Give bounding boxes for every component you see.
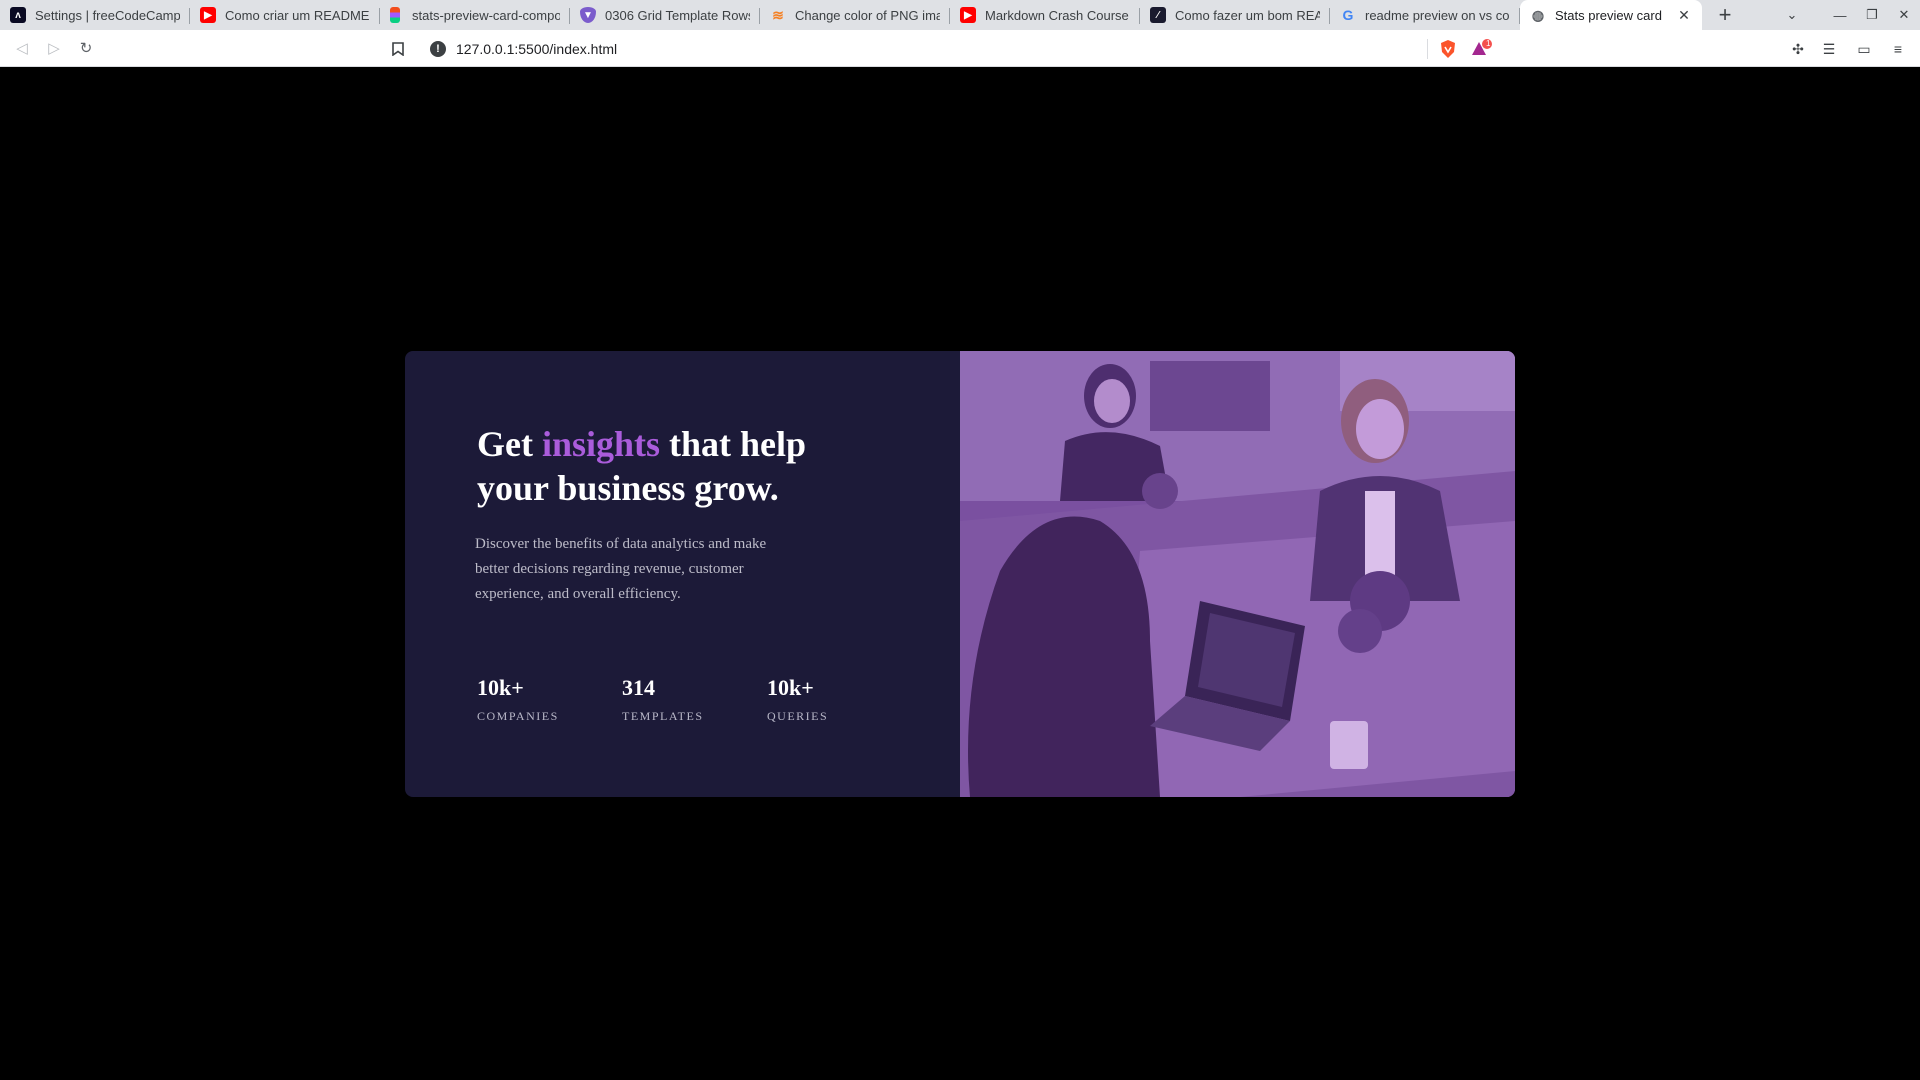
tab-title: Como fazer um bom REA <box>1175 7 1320 23</box>
tab-4[interactable]: ≋ Change color of PNG imag <box>760 0 950 30</box>
stat-value: 10k+ <box>767 675 814 700</box>
google-icon: G <box>1342 7 1354 23</box>
card-content: Get insights that help your business gro… <box>405 351 960 797</box>
stat-templates: 314 TEMPLATES <box>622 675 767 724</box>
stat-label: COMPANIES <box>477 709 559 723</box>
brave-rewards-icon[interactable]: 1 <box>1471 38 1493 60</box>
tab-title: Change color of PNG imag <box>795 7 940 23</box>
stackoverflow-icon: ≋ <box>772 6 784 23</box>
stat-label: TEMPLATES <box>622 709 704 723</box>
wallet-icon[interactable]: ▭ <box>1852 37 1876 61</box>
brave-shields-icon[interactable] <box>1437 38 1459 60</box>
headline: Get insights that help your business gro… <box>477 422 857 510</box>
window-controls: ⌄ — ❐ ✕ <box>1776 0 1920 30</box>
headline-accent: insights <box>541 424 661 464</box>
new-tab-button[interactable]: + <box>1710 0 1740 30</box>
back-icon[interactable]: ◁ <box>6 32 38 64</box>
stats-preview-card: Get insights that help your business gro… <box>405 351 1515 797</box>
browser-toolbar: ◁ ▷ ↻ ! 127.0.0.1:5500/index.html 1 ✣ ☰ … <box>0 30 1920 67</box>
freecodecamp-icon: ʌ <box>10 7 26 23</box>
tab-search-icon[interactable]: ⌄ <box>1776 0 1808 30</box>
menu-icon[interactable]: ≡ <box>1886 37 1910 61</box>
tab-title: Markdown Crash Course - <box>985 7 1130 23</box>
tab-1[interactable]: ▶ Como criar um README - <box>190 0 380 30</box>
tab-2[interactable]: stats-preview-card-compo <box>380 0 570 30</box>
dev-icon: ⁄ <box>1150 7 1166 23</box>
tab-0[interactable]: ʌ Settings | freeCodeCamp <box>0 0 190 30</box>
tab-3[interactable]: ▼ 0306 Grid Template Rows <box>570 0 760 30</box>
tab-6[interactable]: ⁄ Como fazer um bom REA <box>1140 0 1330 30</box>
globe-icon: ◍ <box>1531 6 1545 23</box>
youtube-icon: ▶ <box>960 7 976 23</box>
page-viewport: Get insights that help your business gro… <box>0 68 1920 1080</box>
tab-7[interactable]: G readme preview on vs co <box>1330 0 1520 30</box>
bookmark-icon[interactable] <box>388 39 408 59</box>
close-window-icon[interactable]: ✕ <box>1888 0 1920 30</box>
close-tab-icon[interactable]: ✕ <box>1676 7 1692 23</box>
tab-title: stats-preview-card-compo <box>412 7 560 23</box>
tab-title: Como criar um README - <box>225 7 370 23</box>
rewards-badge: 1 <box>1486 39 1491 48</box>
figma-icon <box>390 7 400 23</box>
youtube-icon: ▶ <box>200 7 216 23</box>
stat-value: 10k+ <box>477 675 524 700</box>
stat-companies: 10k+ COMPANIES <box>477 675 622 724</box>
tab-title: Stats preview card <box>1555 7 1662 23</box>
toolbar-divider <box>1427 39 1428 59</box>
minimize-icon[interactable]: — <box>1824 0 1856 30</box>
site-info-icon[interactable]: ! <box>430 40 446 57</box>
url-text: 127.0.0.1:5500/index.html <box>456 40 618 57</box>
reading-list-icon[interactable]: ☰ <box>1817 37 1841 61</box>
reload-icon[interactable]: ↻ <box>70 32 102 64</box>
stat-queries: 10k+ QUERIES <box>767 675 912 724</box>
stat-value: 314 <box>622 675 655 700</box>
address-bar[interactable]: ! 127.0.0.1:5500/index.html <box>420 34 1498 63</box>
tab-title: readme preview on vs co <box>1365 7 1510 23</box>
brave-shield-icon: ▼ <box>580 7 596 23</box>
headline-start: Get <box>477 424 542 464</box>
restore-icon[interactable]: ❐ <box>1856 0 1888 30</box>
tab-title: 0306 Grid Template Rows <box>605 7 750 23</box>
card-description: Discover the benefits of data analytics … <box>475 536 767 602</box>
header-image <box>960 351 1515 797</box>
stats-row: 10k+ COMPANIES 314 TEMPLATES 10k+ QUERIE… <box>477 675 912 724</box>
extensions-icon[interactable]: ✣ <box>1786 37 1810 61</box>
forward-icon[interactable]: ▷ <box>38 32 70 64</box>
tab-title: Settings | freeCodeCamp <box>35 7 180 23</box>
office-photo-illustration <box>960 351 1515 797</box>
tab-5[interactable]: ▶ Markdown Crash Course - <box>950 0 1140 30</box>
tab-8-active[interactable]: ◍ Stats preview card ✕ <box>1520 0 1702 30</box>
stat-label: QUERIES <box>767 709 829 723</box>
tab-strip: ʌ Settings | freeCodeCamp ▶ Como criar u… <box>0 0 1920 30</box>
